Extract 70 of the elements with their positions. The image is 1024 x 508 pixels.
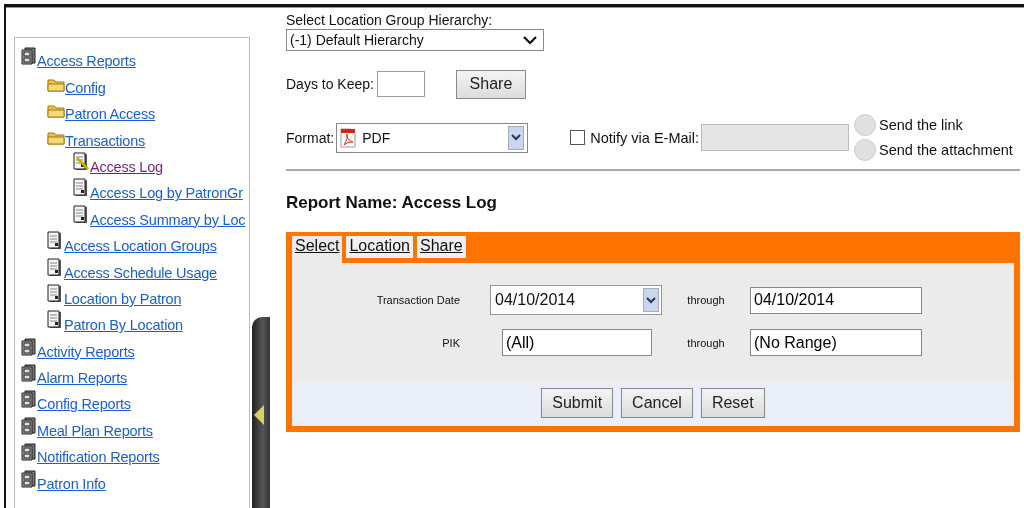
tree-link[interactable]: Patron Access — [65, 105, 156, 124]
document-icon — [73, 204, 90, 224]
dropdown-button[interactable] — [643, 288, 659, 312]
document-icon — [47, 283, 64, 303]
dropdown-button[interactable] — [508, 125, 525, 150]
from-field[interactable]: (All) — [502, 329, 652, 356]
hierarchy-label: Select Location Group Hierarchy: — [286, 12, 494, 29]
tree-link[interactable]: Activity Reports — [37, 342, 135, 361]
date-dropdown[interactable]: 04/10/2014 — [490, 285, 662, 315]
delivery-option-label: Send the attachment — [879, 142, 1013, 158]
radio-button[interactable] — [854, 139, 876, 161]
hierarchy-dropdown[interactable]: (-1) Default Hierarchy — [286, 29, 544, 51]
to-field[interactable]: (No Range) — [750, 329, 922, 356]
tree-link[interactable]: Transactions — [65, 131, 146, 150]
tab[interactable]: Location — [346, 236, 413, 258]
chevron-down-icon — [646, 296, 656, 304]
file-cabinet-icon — [21, 364, 37, 383]
criteria-label: PIK — [441, 336, 460, 349]
chevron-down-icon — [511, 134, 522, 141]
document-icon — [73, 178, 90, 198]
tree-link[interactable]: Patron By Location — [64, 316, 183, 335]
tree-link[interactable]: Access Log — [90, 157, 163, 176]
delivery-option-label: Send the link — [879, 117, 963, 133]
form-button[interactable]: Reset — [700, 388, 765, 418]
document-pencil-icon — [73, 151, 90, 171]
file-cabinet-icon — [21, 443, 37, 462]
format-dropdown[interactable]: PDF — [336, 122, 529, 153]
tree-link[interactable]: Config — [65, 78, 106, 97]
file-cabinet-icon — [21, 469, 37, 488]
tree-link[interactable]: Notification Reports — [37, 448, 160, 467]
folder-icon — [47, 104, 65, 119]
file-cabinet-icon — [21, 47, 37, 66]
through-label: through — [686, 294, 726, 306]
file-cabinet-icon — [21, 416, 37, 435]
format-label: Format: — [286, 129, 335, 146]
tree-link[interactable]: Access Log by PatronGr — [90, 184, 243, 203]
file-cabinet-icon — [21, 390, 37, 409]
criteria-label: Transaction Date — [375, 294, 460, 306]
document-icon — [47, 231, 64, 251]
pdf-icon — [340, 127, 357, 148]
notify-checkbox[interactable] — [570, 130, 586, 145]
days-to-keep-field[interactable] — [376, 71, 425, 97]
tree-link[interactable]: Location by Patron — [64, 289, 182, 308]
report-name-heading: Report Name: Access Log — [286, 193, 498, 214]
tree-link[interactable]: Meal Plan Reports — [37, 421, 153, 440]
collapse-handle[interactable] — [252, 317, 270, 508]
to-field[interactable]: 04/10/2014 — [750, 286, 922, 314]
tab[interactable]: Share — [416, 236, 466, 258]
radio-button[interactable] — [854, 114, 876, 136]
notify-label: Notify via E-Mail: — [590, 129, 699, 146]
chevron-down-icon — [523, 35, 537, 45]
days-to-keep-label: Days to Keep: — [286, 76, 374, 92]
document-icon — [47, 257, 64, 277]
file-cabinet-icon — [21, 337, 37, 356]
tree-link[interactable]: Config Reports — [37, 395, 131, 414]
form-button[interactable]: Cancel — [621, 388, 693, 418]
share-button[interactable]: Share — [455, 69, 526, 99]
left-arrow-icon — [254, 405, 264, 425]
document-icon — [47, 310, 64, 330]
tree-link[interactable]: Alarm Reports — [37, 369, 128, 388]
through-label: through — [686, 336, 726, 349]
tree-link[interactable]: Access Location Groups — [64, 237, 217, 256]
tree-link[interactable]: Patron Info — [37, 474, 106, 493]
tree-link[interactable]: Access Summary by Loc — [90, 210, 246, 229]
tree-link[interactable]: Access Reports — [37, 52, 136, 71]
tree-link[interactable]: Access Schedule Usage — [64, 263, 217, 282]
form-button[interactable]: Submit — [541, 388, 614, 418]
folder-icon — [47, 77, 65, 92]
tab[interactable]: Select — [292, 236, 343, 263]
folder-icon — [47, 130, 65, 145]
